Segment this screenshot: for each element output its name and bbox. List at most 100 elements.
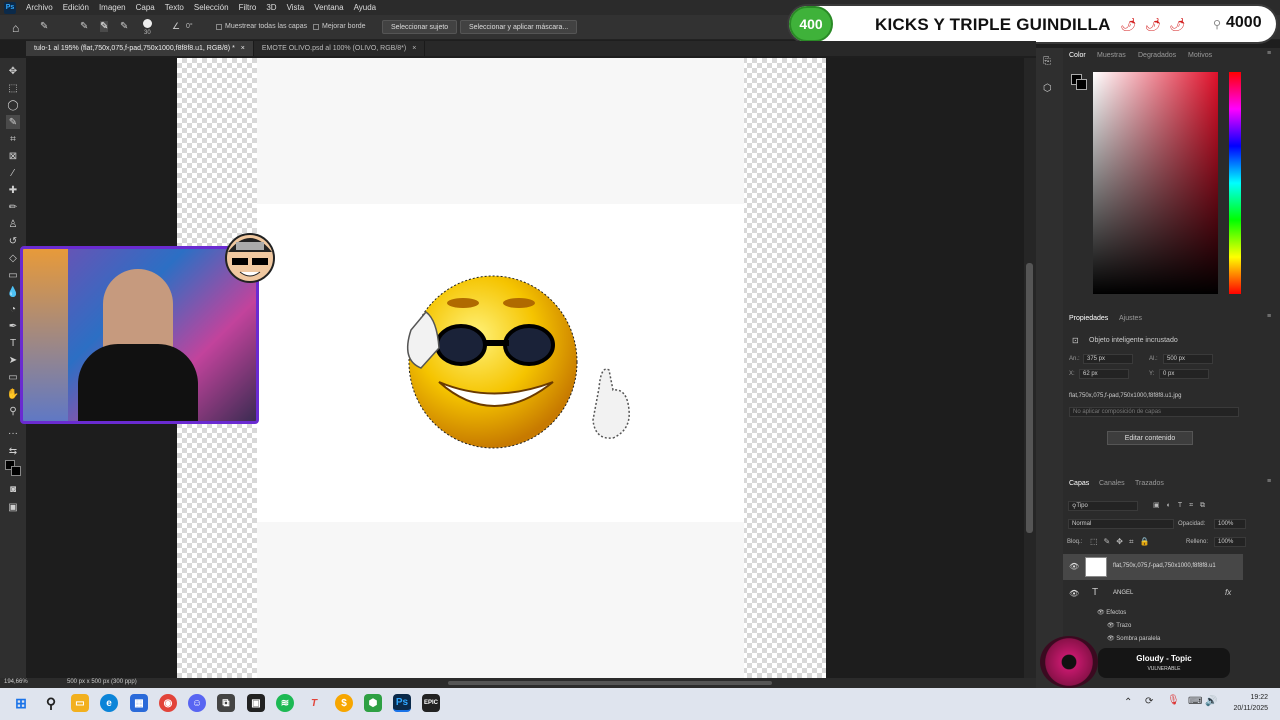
edge-icon[interactable]: e	[100, 694, 118, 712]
screen-mode-icon[interactable]: ▣	[6, 500, 20, 514]
quick-selection-tool-icon[interactable]: ✎	[40, 21, 48, 32]
effects-label[interactable]: 👁 Efectos	[1097, 609, 1126, 616]
enhance-edge-checkbox[interactable]: Mejorar borde	[313, 23, 366, 30]
windows-start-icon[interactable]: ⊞	[12, 694, 30, 712]
fx-icon[interactable]: fx	[1225, 588, 1231, 597]
quick-selection-tool-icon[interactable]: ✎	[6, 115, 20, 129]
hand-tool-icon[interactable]: ✋	[6, 387, 20, 401]
android-icon[interactable]: ⬢	[364, 694, 382, 712]
blend-mode-select[interactable]: Normal	[1068, 519, 1174, 529]
background-swatch[interactable]	[1076, 79, 1087, 90]
tab-emote-olivo[interactable]: EMOTE OLIVO.psd al 100% (OLIVO, RGB/8*) ×	[254, 41, 426, 56]
layer-row-angel[interactable]: 👁 T ANGEL fx	[1063, 584, 1243, 604]
tab-channels[interactable]: Canales	[1099, 480, 1125, 487]
layer-filter-icons[interactable]: ▣◐T⌗⧉	[1153, 501, 1212, 510]
chevron-up-icon[interactable]: ⌃	[1124, 697, 1132, 708]
horizontal-scrollbar-thumb[interactable]	[448, 681, 772, 685]
panel-menu-icon[interactable]: ≡	[1267, 313, 1271, 320]
history-panel-icon[interactable]: ⎘	[1043, 56, 1051, 67]
discord-icon[interactable]: ☺	[188, 694, 206, 712]
menu-seleccion[interactable]: Selección	[194, 3, 229, 12]
lock-icons[interactable]: ⬚✎✥⌗🔒	[1090, 537, 1155, 547]
x-field[interactable]: 62 px	[1079, 369, 1129, 379]
new-selection-icon[interactable]: ✎	[80, 21, 88, 32]
path-selection-icon[interactable]: ➤	[6, 353, 20, 367]
eraser-tool-icon[interactable]: ◇	[6, 251, 20, 265]
tab-swatches[interactable]: Muestras	[1097, 52, 1126, 59]
history-brush-icon[interactable]: ↺	[6, 234, 20, 248]
quick-mask-icon[interactable]: ◙	[6, 482, 20, 496]
fill-field[interactable]: 100%	[1214, 537, 1246, 547]
tab-properties[interactable]: Propiedades	[1069, 315, 1108, 322]
menu-ventana[interactable]: Ventana	[314, 3, 343, 12]
lasso-tool-icon[interactable]: ◯	[6, 98, 20, 112]
tab-gradients[interactable]: Degradados	[1138, 52, 1176, 59]
tab-document-1[interactable]: tulo-1 al 195% (flat,750x,075,f-pad,750x…	[26, 41, 254, 56]
epic-games-icon[interactable]: EPIC	[422, 694, 440, 712]
store-icon[interactable]: ▦	[130, 694, 148, 712]
eye-icon[interactable]: 👁	[1069, 589, 1079, 598]
sample-all-layers-checkbox[interactable]: Muestrear todas las capas	[216, 23, 307, 30]
photoshop-taskbar-icon[interactable]: Ps	[393, 694, 411, 712]
marquee-tool-icon[interactable]: ⬚	[6, 81, 20, 95]
spotify-icon[interactable]: ≋	[276, 694, 294, 712]
subtract-selection-icon[interactable]: ✎	[120, 21, 128, 32]
color-picker-field[interactable]	[1093, 72, 1218, 294]
zoom-tool-icon[interactable]: ⚲	[6, 404, 20, 418]
frame-tool-icon[interactable]: ⊠	[6, 149, 20, 163]
close-icon[interactable]: ×	[241, 45, 245, 52]
tab-layers[interactable]: Capas	[1069, 480, 1089, 487]
select-subject-button[interactable]: Seleccionar sujeto	[382, 20, 458, 34]
background-color-swatch[interactable]	[11, 466, 21, 476]
eye-icon[interactable]: 👁	[1069, 562, 1079, 571]
hue-slider[interactable]	[1229, 72, 1241, 294]
panel-menu-icon[interactable]: ≡	[1267, 478, 1271, 485]
pen-tool-icon[interactable]: ✒	[6, 319, 20, 333]
height-field[interactable]: 500 px	[1163, 354, 1213, 364]
vertical-scrollbar[interactable]	[1024, 58, 1036, 678]
3d-panel-icon[interactable]: ⬡	[1043, 83, 1052, 94]
microphone-icon[interactable]: 🎙	[1167, 695, 1180, 706]
capture-icon[interactable]: ⧉	[217, 694, 235, 712]
eye-icon[interactable]: 👁	[1107, 623, 1116, 629]
layer-comp-select[interactable]: No aplicar composición de capas	[1069, 407, 1239, 417]
close-icon[interactable]: ×	[412, 45, 416, 52]
photoshop-logo-icon[interactable]: Ps	[4, 1, 16, 14]
select-and-mask-button[interactable]: Seleccionar y aplicar máscara...	[460, 20, 578, 34]
coin-icon[interactable]: $	[335, 694, 353, 712]
crop-tool-icon[interactable]: ⌗	[6, 132, 20, 146]
clock-time[interactable]: 19:22	[1228, 694, 1268, 701]
menu-imagen[interactable]: Imagen	[99, 3, 126, 12]
menu-capa[interactable]: Capa	[136, 3, 155, 12]
y-field[interactable]: 0 px	[1159, 369, 1209, 379]
tab-paths[interactable]: Trazados	[1135, 480, 1164, 487]
rectangle-tool-icon[interactable]: ▭	[6, 370, 20, 384]
home-icon[interactable]: ⌂	[12, 21, 19, 35]
clock-date[interactable]: 20/11/2025	[1226, 705, 1268, 712]
layer-filter-select[interactable]: ⚲ Tipo	[1068, 501, 1138, 511]
eyedropper-tool-icon[interactable]: ⁄	[6, 166, 20, 180]
zoom-level[interactable]: 194,66%	[4, 679, 28, 685]
volume-icon[interactable]: 🔊	[1205, 696, 1217, 707]
move-tool-icon[interactable]: ✥	[6, 64, 20, 78]
eye-icon[interactable]: 👁	[1097, 610, 1106, 616]
blur-tool-icon[interactable]: 💧	[6, 285, 20, 299]
stamp-tool-icon[interactable]: ♙	[6, 217, 20, 231]
add-selection-icon[interactable]: ✎	[100, 21, 109, 32]
text-app-icon[interactable]: T	[305, 694, 323, 712]
menu-edicion[interactable]: Edición	[63, 3, 89, 12]
menu-texto[interactable]: Texto	[165, 3, 184, 12]
swap-colors-icon[interactable]: ⇆	[6, 444, 20, 458]
tab-adjustments[interactable]: Ajustes	[1119, 315, 1142, 322]
menu-filtro[interactable]: Filtro	[239, 3, 257, 12]
network-icon[interactable]: ⌨	[1188, 696, 1202, 707]
angle-value[interactable]: 0°	[186, 23, 193, 30]
menu-3d[interactable]: 3D	[266, 3, 276, 12]
scrollbar-thumb[interactable]	[1026, 263, 1033, 533]
search-icon[interactable]: ⚲	[42, 694, 60, 712]
menu-archivo[interactable]: Archivo	[26, 3, 53, 12]
healing-brush-icon[interactable]: ✚	[6, 183, 20, 197]
file-explorer-icon[interactable]: ▭	[71, 694, 89, 712]
brush-tool-icon[interactable]: ✏	[6, 200, 20, 214]
menu-vista[interactable]: Vista	[287, 3, 305, 12]
